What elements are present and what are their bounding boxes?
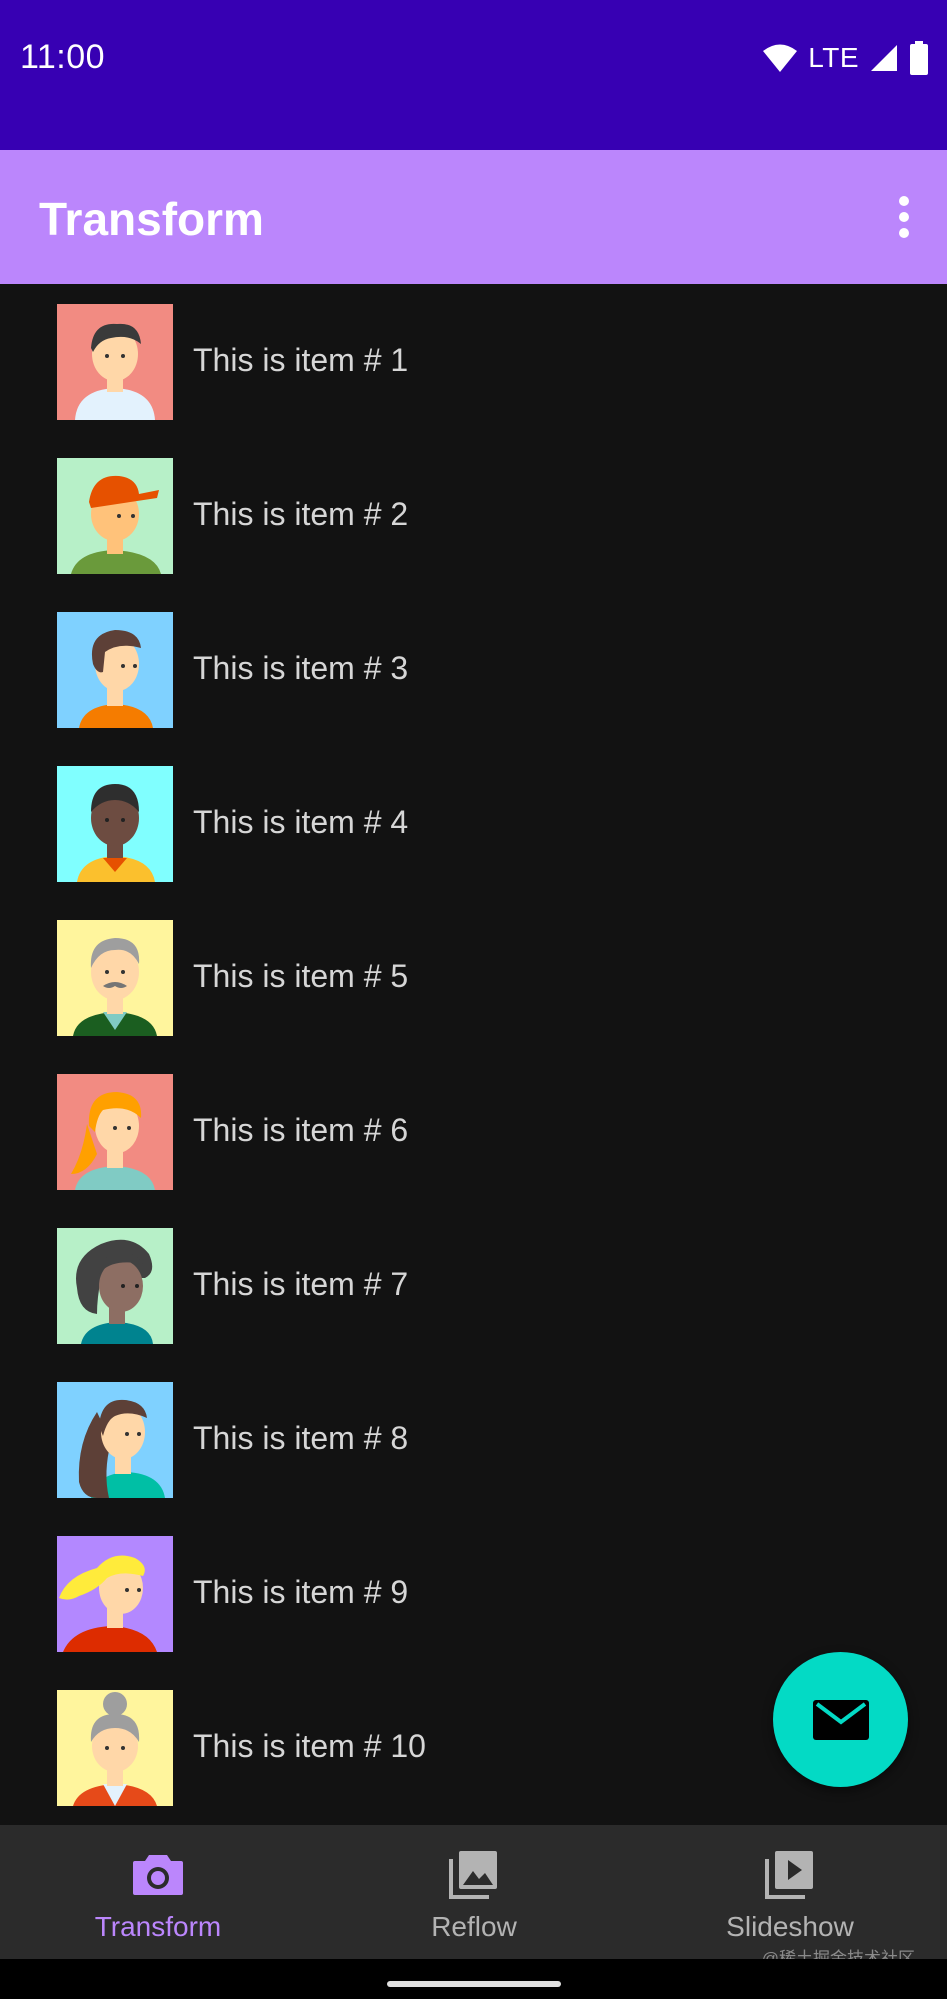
item-label: This is item # 3 [193, 650, 409, 686]
list-item[interactable]: This is item # 6 [0, 1054, 947, 1208]
avatar-man-dark-hair [57, 304, 173, 420]
app-bar: Transform [0, 150, 947, 284]
app-title: Transform [39, 193, 264, 245]
list-item[interactable]: This is item # 5 [0, 900, 947, 1054]
more-vert-icon[interactable] [879, 187, 929, 247]
status-bar: 11:00 LTE [0, 0, 947, 150]
menu-dot [899, 212, 909, 222]
avatar-old-woman-bun [57, 1690, 173, 1806]
status-time: 11:00 [20, 38, 106, 76]
slideshow-icon [765, 1851, 813, 1899]
nav-item-slideshow[interactable]: Slideshow [632, 1825, 947, 1959]
system-navigation-area [0, 1959, 947, 1999]
nav-item-transform[interactable]: Transform [0, 1825, 316, 1959]
nav-label-transform: Transform [94, 1911, 222, 1942]
avatar-man-brown-hair [57, 612, 173, 728]
item-list[interactable]: This is item # 1 This is item # 2 This i… [0, 284, 947, 1825]
battery-icon [910, 41, 928, 75]
item-label: This is item # 10 [193, 1728, 426, 1764]
mail-fab-button[interactable] [773, 1652, 908, 1787]
item-label: This is item # 6 [193, 1112, 409, 1148]
item-label: This is item # 8 [193, 1420, 409, 1456]
list-item[interactable]: This is item # 4 [0, 746, 947, 900]
app-screen: 11:00 LTE Transform This is item # 1 Thi… [0, 0, 947, 1999]
avatar-woman-blonde [57, 1074, 173, 1190]
item-label: This is item # 2 [193, 496, 409, 532]
image-icon [449, 1851, 497, 1899]
nav-item-reflow[interactable]: Reflow [316, 1825, 632, 1959]
avatar-old-man-mustache [57, 920, 173, 1036]
avatar-woman-curly-hair [57, 1228, 173, 1344]
list-item[interactable]: This is item # 9 [0, 1516, 947, 1670]
avatar-man-red-cap [57, 458, 173, 574]
mail-icon [812, 1699, 869, 1740]
list-item[interactable]: This is item # 7 [0, 1208, 947, 1362]
item-label: This is item # 7 [193, 1266, 409, 1302]
avatar-woman-long-hair [57, 1382, 173, 1498]
camera-icon [133, 1855, 183, 1895]
avatar-woman-yellow-hair [57, 1536, 173, 1652]
signal-icon [871, 45, 897, 71]
bottom-navigation: Transform Reflow Slideshow [0, 1825, 947, 1959]
menu-dot [899, 228, 909, 238]
item-label: This is item # 1 [193, 342, 409, 378]
item-label: This is item # 9 [193, 1574, 409, 1610]
list-item[interactable]: This is item # 2 [0, 438, 947, 592]
wifi-icon [763, 44, 798, 72]
item-label: This is item # 4 [193, 804, 409, 840]
gesture-handle[interactable] [387, 1981, 561, 1987]
list-item[interactable]: This is item # 1 [0, 284, 947, 438]
nav-label-reflow: Reflow [431, 1911, 517, 1942]
list-item[interactable]: This is item # 8 [0, 1362, 947, 1516]
network-type-label: LTE [808, 42, 859, 73]
item-label: This is item # 5 [193, 958, 409, 994]
menu-dot [899, 196, 909, 206]
status-icons: LTE [762, 40, 929, 76]
list-item[interactable]: This is item # 3 [0, 592, 947, 746]
avatar-man-dark-skin [57, 766, 173, 882]
nav-label-slideshow: Slideshow [726, 1911, 854, 1942]
